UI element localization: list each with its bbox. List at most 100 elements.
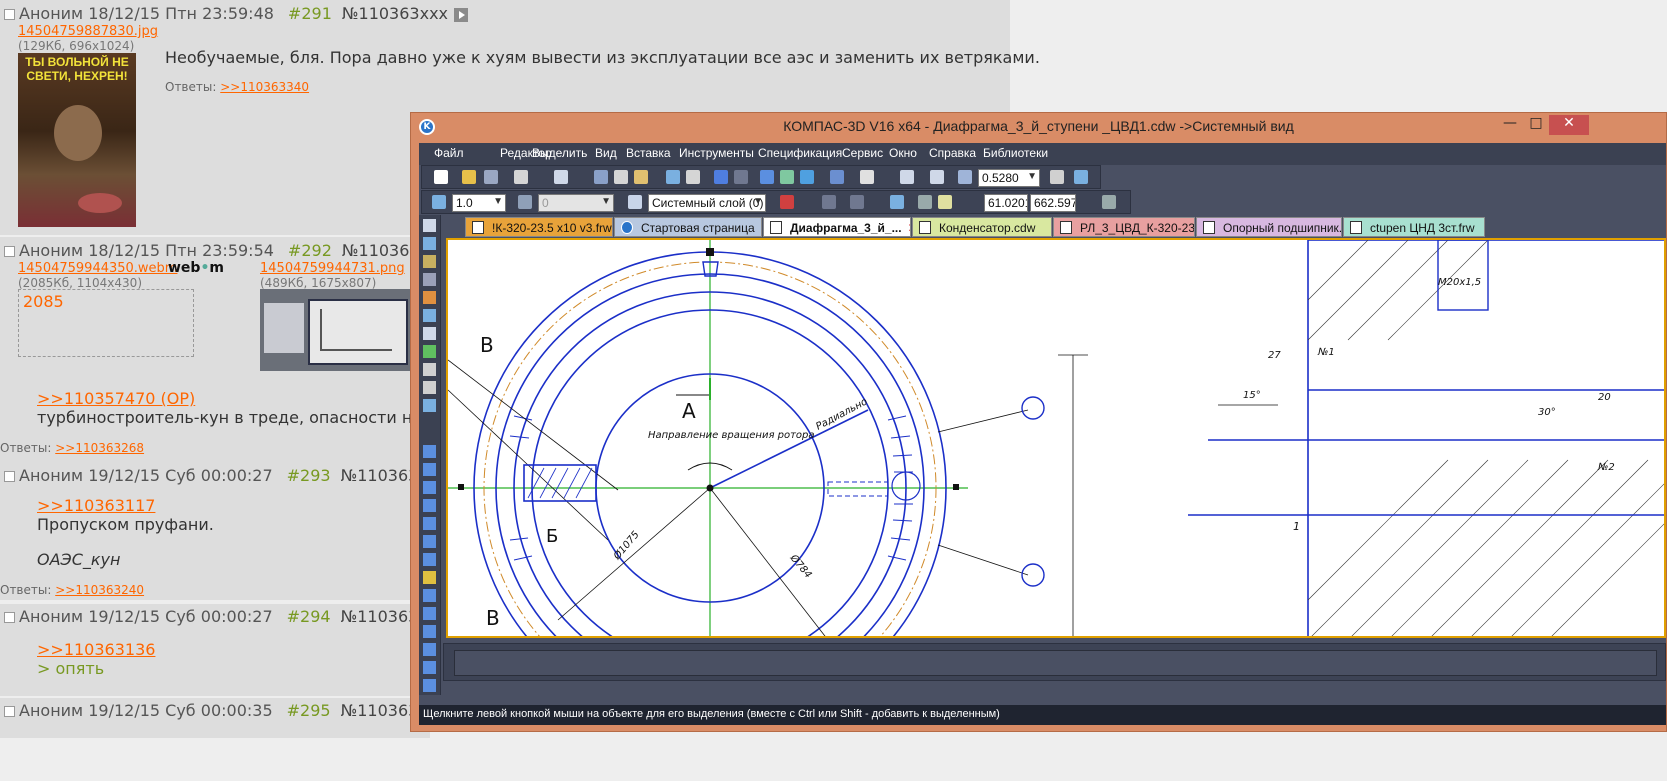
properties-icon[interactable] — [666, 170, 680, 184]
manager-icon[interactable] — [760, 170, 774, 184]
spec-tool-icon[interactable] — [423, 345, 436, 358]
grid-icon[interactable] — [850, 195, 864, 209]
post-image-thumbnail[interactable]: ТЫ ВОЛЬНОЙ НЕ СВЕТИ, НЕХРЕН! — [18, 53, 136, 227]
op-reference-link[interactable]: >>110357470 (OP) — [37, 389, 195, 408]
ellipse-tool-icon[interactable] — [423, 535, 436, 548]
point-tool-icon[interactable] — [423, 445, 436, 458]
post-checkbox[interactable] — [4, 9, 15, 20]
post-id[interactable]: №110363 — [341, 701, 419, 720]
pan-icon[interactable] — [1050, 170, 1064, 184]
variables-icon[interactable] — [800, 170, 814, 184]
view-tool-icon[interactable] — [423, 399, 436, 412]
post-checkbox[interactable] — [4, 471, 15, 482]
pointer-help-icon[interactable] — [860, 170, 874, 184]
round-icon[interactable] — [918, 195, 932, 209]
magnet-icon[interactable] — [780, 195, 794, 209]
chamfer-tool-icon[interactable] — [423, 589, 436, 602]
contour-tool-icon[interactable] — [423, 679, 436, 692]
tab-condenser[interactable]: Конденсатор.cdw — [912, 217, 1052, 237]
print-icon[interactable] — [514, 170, 528, 184]
zoom-select[interactable]: 0.5280 ▼ — [978, 169, 1040, 187]
zoom-scale-icon[interactable] — [958, 170, 972, 184]
library-icon[interactable] — [780, 170, 794, 184]
line-tool-icon[interactable] — [423, 463, 436, 476]
post-checkbox[interactable] — [4, 706, 15, 717]
maximize-button[interactable]: □ — [1523, 115, 1549, 135]
reply-link[interactable]: >>110363268 — [55, 441, 144, 455]
ortho-icon[interactable] — [822, 195, 836, 209]
screenshot-thumbnail[interactable] — [260, 289, 410, 371]
menu-tools[interactable]: Инструменты — [679, 146, 754, 160]
zoom-window-icon[interactable] — [900, 170, 914, 184]
post-id[interactable]: №110363 — [341, 607, 419, 626]
tab-start-page[interactable]: Стартовая страница — [614, 217, 762, 237]
coord-x-field[interactable]: 61.0201 — [984, 194, 1028, 212]
local-cs-icon[interactable] — [890, 195, 904, 209]
coord-y-field[interactable]: 662.597 — [1030, 194, 1076, 212]
menu-window[interactable]: Окно — [889, 146, 917, 160]
reply-link[interactable]: >>110363240 — [55, 583, 144, 597]
tab-doc-1[interactable]: !К-320-23.5 x10 v3.frw — [465, 217, 613, 237]
menu-libraries[interactable]: Библиотеки — [983, 146, 1048, 160]
drawing-canvas[interactable]: В В А Б Направление вращения ротора Ради… — [446, 238, 1666, 638]
post-number[interactable]: #294 — [287, 607, 331, 626]
menu-file[interactable]: Файл — [434, 146, 464, 160]
tab-ctupen[interactable]: ctupen ЦНД 3ст.frw — [1343, 217, 1485, 237]
post-number[interactable]: #291 — [288, 4, 332, 23]
menu-service[interactable]: Сервис — [842, 146, 883, 160]
table-icon[interactable] — [686, 170, 700, 184]
redo-icon[interactable] — [734, 170, 748, 184]
offset-tool-icon[interactable] — [423, 607, 436, 620]
hatch-tool-icon[interactable] — [423, 273, 436, 286]
geometry-tool-icon[interactable] — [423, 237, 436, 250]
refresh-icon[interactable] — [1074, 170, 1088, 184]
step-icon[interactable] — [518, 195, 532, 209]
close-button[interactable]: ✕ — [1549, 115, 1589, 135]
tab-close-icon[interactable]: ✕ — [908, 221, 910, 235]
menu-select[interactable]: Выделить — [532, 146, 587, 160]
post-number[interactable]: #295 — [287, 701, 331, 720]
tab-rl3[interactable]: РЛ_3_ЦВД_К-320-23,5... — [1053, 217, 1195, 237]
measure-tool-icon[interactable] — [423, 327, 436, 340]
quote-reference-link[interactable]: >>110363136 — [37, 640, 155, 659]
line-scale-select[interactable]: 1.0 ▼ — [452, 194, 506, 212]
post-id[interactable]: №110363xxx — [342, 4, 448, 23]
menu-specification[interactable]: Спецификация — [758, 146, 842, 160]
menu-insert[interactable]: Вставка — [626, 146, 671, 160]
param-tool-icon[interactable] — [423, 309, 436, 322]
rectangle-tool-icon[interactable] — [423, 643, 436, 656]
post-checkbox[interactable] — [4, 246, 15, 257]
quote-reference-link[interactable]: >>110363117 — [37, 496, 155, 515]
polygon-tool-icon[interactable] — [423, 661, 436, 674]
layer-select[interactable]: Системный слой (0) ▼ — [648, 194, 766, 212]
preview-icon[interactable] — [554, 170, 568, 184]
expand-icon[interactable] — [454, 7, 468, 22]
edit-tool-icon[interactable] — [423, 291, 436, 304]
save-icon[interactable] — [484, 170, 498, 184]
file-link[interactable]: 14504759944350.webm — [18, 261, 177, 276]
video-thumbnail-broken[interactable]: 2085 — [18, 289, 194, 357]
cursor-coords-icon[interactable] — [938, 195, 952, 209]
fillet-tool-icon[interactable] — [423, 571, 436, 584]
post-id[interactable]: №110363 — [342, 241, 420, 260]
polyline-tool-icon[interactable] — [423, 625, 436, 638]
menu-help[interactable]: Справка — [929, 146, 976, 160]
dimension-tool-icon[interactable] — [423, 255, 436, 268]
paste-icon[interactable] — [634, 170, 648, 184]
arc-tool-icon[interactable] — [423, 517, 436, 530]
post-number[interactable]: #292 — [288, 241, 332, 260]
file-link[interactable]: 14504759887830.jpg — [18, 24, 158, 39]
copy-icon[interactable] — [614, 170, 628, 184]
table-tool-icon[interactable] — [423, 381, 436, 394]
tab-bearing[interactable]: Опорный подшипник.frw — [1196, 217, 1342, 237]
post-number[interactable]: #293 — [287, 466, 331, 485]
segment-tool-icon[interactable] — [423, 481, 436, 494]
minimize-button[interactable]: — — [1497, 115, 1523, 135]
open-folder-icon[interactable] — [462, 170, 476, 184]
circle-tool-icon[interactable] — [423, 499, 436, 512]
post-id[interactable]: №110363 — [341, 466, 419, 485]
menu-view[interactable]: Вид — [595, 146, 617, 160]
title-bar[interactable]: K КОМПАС-3D V16 x64 - Диафрагма_3_й_ступ… — [411, 113, 1666, 141]
tab-diaphragm[interactable]: Диафрагма_3_й_... ✕ — [763, 217, 911, 237]
step-select[interactable]: 0 ▼ — [538, 194, 614, 212]
